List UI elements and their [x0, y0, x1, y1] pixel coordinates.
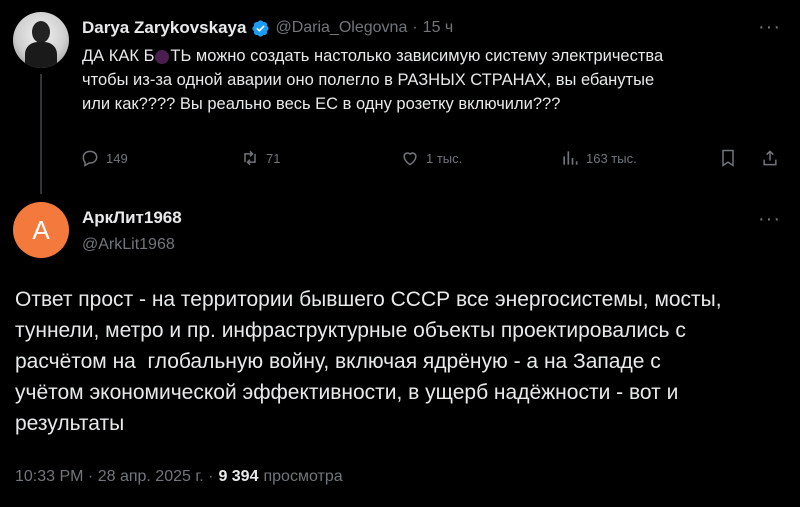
views-action[interactable]: 163 тыс.	[560, 148, 637, 168]
parent-author-handle[interactable]: @Daria_Olegovna	[275, 19, 407, 37]
reply-author-name[interactable]: АркЛит1968	[82, 208, 182, 228]
views-chart-icon	[563, 151, 578, 165]
reply-text-line: учётом экономической эффективности, в ущ…	[15, 381, 679, 404]
reply-views-count: 9 394	[218, 468, 259, 485]
header-separator: ·	[412, 19, 418, 36]
avatar-silhouette-body	[25, 42, 57, 68]
avatar-arklit[interactable]: А	[13, 202, 69, 258]
reply-tweet-text: Ответ прост - на территории бывшего СССР…	[15, 284, 790, 439]
parent-text-line3: или как???? Вы реально весь ЕС в одну ро…	[82, 95, 561, 113]
reply-text-line: результаты	[15, 412, 125, 435]
share-action[interactable]	[760, 148, 780, 168]
censor-blur	[155, 49, 170, 64]
reply-timestamp[interactable]: 10:33 PM · 28 апр. 2025 г. ·	[15, 468, 213, 486]
like-count: 1 тыс.	[426, 150, 463, 166]
verified-badge-icon	[252, 19, 270, 37]
reply-text-line: туннели, метро и пр. инфраструктурные об…	[15, 319, 686, 342]
parent-text-line2: чтобы из-за одной аварии оно полегло в Р…	[82, 71, 655, 89]
reply-text-line: Ответ прост - на территории бывшего СССР…	[15, 288, 722, 311]
parent-author-name[interactable]: Darya Zarykovskaya	[82, 18, 246, 38]
thread-connector-line	[40, 74, 42, 194]
reply-text-line: расчётом на глобальную войну, включая яд…	[15, 350, 661, 373]
bookmark-action[interactable]	[718, 148, 738, 168]
avatar-letter: А	[32, 214, 50, 245]
repost-action[interactable]: 71	[240, 148, 280, 168]
views-count: 163 тыс.	[586, 150, 637, 166]
parent-time-ago[interactable]: 15 ч	[423, 19, 454, 37]
reply-views-label: просмотра	[263, 468, 343, 485]
heart-icon	[403, 152, 417, 166]
share-icon	[763, 150, 777, 166]
repost-icon	[244, 150, 256, 166]
reply-meta: 10:33 PM · 28 апр. 2025 г. · 9 394 просм…	[15, 468, 343, 486]
reply-more-button[interactable]: ···	[758, 209, 781, 229]
parent-text-line1-part2: ТЬ можно создать настолько зависимую сис…	[170, 47, 664, 65]
bookmark-icon	[722, 149, 734, 167]
like-action[interactable]: 1 тыс.	[400, 148, 462, 168]
repost-count: 71	[266, 150, 281, 166]
parent-tweet-text: ДА КАК Б ТЬ можно создать настолько завис…	[82, 44, 772, 116]
avatar-silhouette-head	[32, 21, 50, 43]
reply-icon	[82, 150, 98, 167]
reply-count: 149	[106, 150, 128, 166]
reply-author-handle[interactable]: @ArkLit1968	[82, 236, 175, 254]
parent-text-line1-part1: ДА КАК Б	[82, 47, 155, 65]
parent-tweet-header: Darya Zarykovskaya @Daria_Olegovna · 15 …	[82, 18, 453, 38]
reply-action[interactable]: 149	[80, 148, 128, 168]
avatar-darya[interactable]	[13, 12, 69, 68]
parent-more-button[interactable]: ···	[758, 17, 781, 37]
